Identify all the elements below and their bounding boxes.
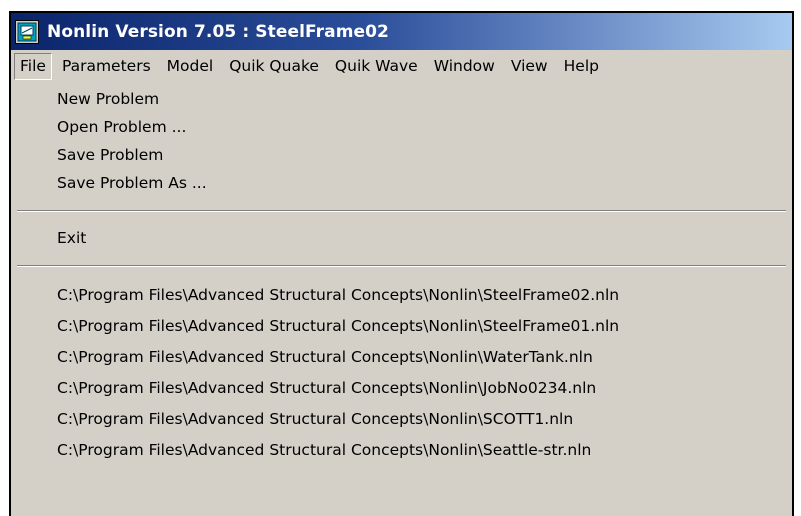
menu-model[interactable]: Model bbox=[161, 53, 220, 80]
app-window: Nonlin Version 7.05 : SteelFrame02 File … bbox=[9, 11, 794, 516]
menu-quik-wave[interactable]: Quik Wave bbox=[329, 53, 424, 80]
menu-bar: File Parameters Model Quik Quake Quik Wa… bbox=[11, 50, 792, 83]
new-problem-item[interactable]: New Problem bbox=[57, 85, 159, 113]
menu-separator bbox=[17, 210, 786, 212]
recent-file-item[interactable]: C:\Program Files\Advanced Structural Con… bbox=[57, 281, 619, 309]
app-icon[interactable] bbox=[15, 19, 39, 44]
menu-parameters[interactable]: Parameters bbox=[56, 53, 157, 80]
recent-file-item[interactable]: C:\Program Files\Advanced Structural Con… bbox=[57, 374, 596, 402]
menu-quik-quake[interactable]: Quik Quake bbox=[223, 53, 325, 80]
file-menu-dropdown: New Problem Open Problem ... Save Proble… bbox=[11, 83, 792, 516]
save-problem-as-item[interactable]: Save Problem As ... bbox=[57, 169, 207, 197]
recent-file-item[interactable]: C:\Program Files\Advanced Structural Con… bbox=[57, 343, 593, 371]
menu-file[interactable]: File bbox=[14, 53, 52, 80]
menu-window[interactable]: Window bbox=[428, 53, 501, 80]
recent-file-item[interactable]: C:\Program Files\Advanced Structural Con… bbox=[57, 312, 619, 340]
title-bar[interactable]: Nonlin Version 7.05 : SteelFrame02 bbox=[11, 13, 792, 50]
save-problem-item[interactable]: Save Problem bbox=[57, 141, 163, 169]
recent-file-item[interactable]: C:\Program Files\Advanced Structural Con… bbox=[57, 405, 573, 433]
open-problem-item[interactable]: Open Problem ... bbox=[57, 113, 186, 141]
menu-separator bbox=[17, 265, 786, 267]
menu-view[interactable]: View bbox=[505, 53, 554, 80]
menu-help[interactable]: Help bbox=[558, 53, 605, 80]
window-title: Nonlin Version 7.05 : SteelFrame02 bbox=[47, 21, 389, 42]
recent-file-item[interactable]: C:\Program Files\Advanced Structural Con… bbox=[57, 436, 591, 464]
exit-item[interactable]: Exit bbox=[57, 224, 86, 252]
